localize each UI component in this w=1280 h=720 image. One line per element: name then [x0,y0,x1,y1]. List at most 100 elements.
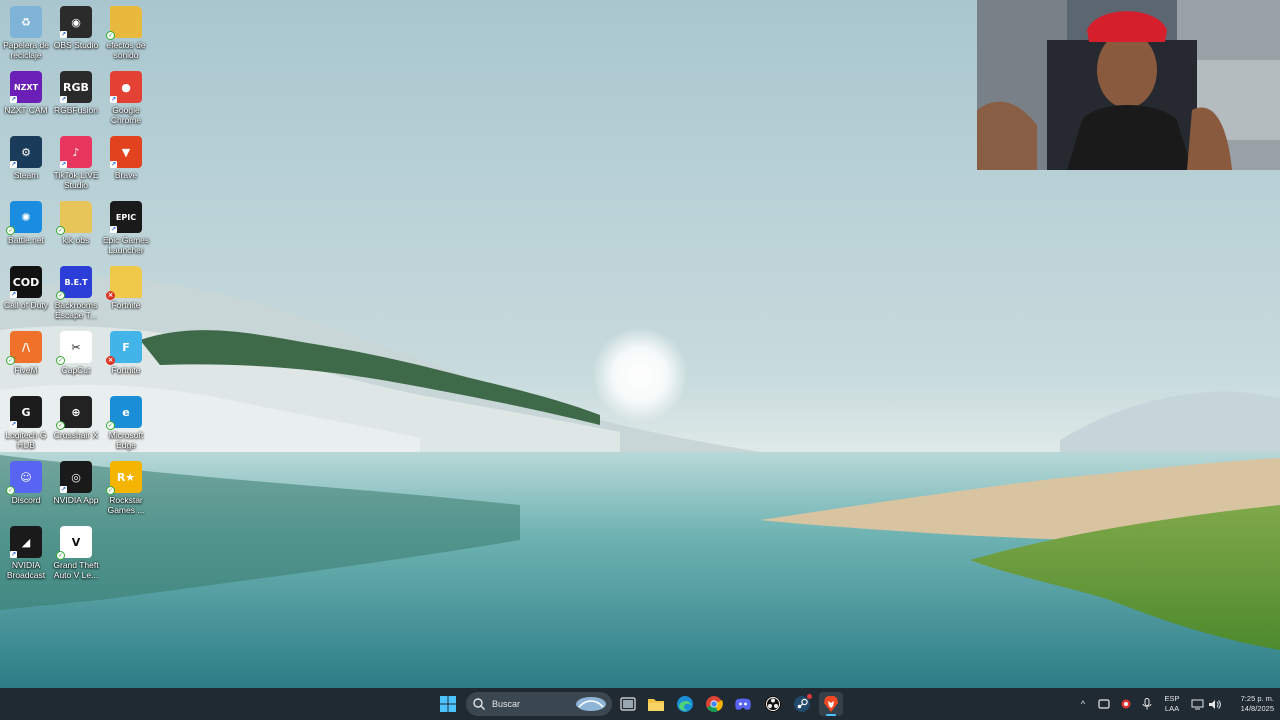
desktop-icon-label: kik obs [62,235,90,245]
desktop-icon[interactable]: ☺ ✓ Discord [0,457,52,519]
active-app-indicator [826,714,836,716]
tray-volume[interactable] [1206,696,1222,712]
crosshair-x-icon: ⊕ ✓ [56,396,92,430]
sync-icon [1098,699,1110,709]
desktop-icon[interactable]: ✺ ✓ Battle.net [0,197,52,259]
taskbar-search-box[interactable]: Buscar [466,692,612,716]
desktop-icon[interactable]: NZXT ↗ NZXT CAM [0,67,52,129]
rockstar-icon: R★ ✓ [106,461,142,495]
sync-status-icon: ✓ [106,421,115,430]
shortcut-arrow-icon: ↗ [60,486,67,493]
desktop-icon-label: NVIDIA App [53,495,99,505]
shortcut-arrow-icon: ↗ [110,226,117,233]
desktop-icon-label: Steam [13,170,39,180]
taskbar-edge[interactable] [673,692,697,716]
fortnite-icon: F × [106,331,142,365]
desktop-icon[interactable]: ♪ ↗ TikTok LIVE Studio [50,132,102,194]
desktop-icon[interactable]: B.E.T ✓ Backrooms Escape T... [50,262,102,324]
chrome-icon [706,696,723,712]
desktop-icon[interactable]: ◉ ↗ OBS Studio [50,2,102,64]
desktop-icon[interactable]: RGB ↗ RGBFusion [50,67,102,129]
folder-icon: ✓ [56,201,92,235]
discord-icon: ☺ ✓ [6,461,42,495]
network-icon [1191,699,1203,709]
sync-status-icon: ✓ [6,356,15,365]
taskbar-obs[interactable] [761,692,785,716]
sync-status-icon: ✓ [106,31,115,40]
sync-status-icon: ✓ [106,486,115,495]
taskbar-task-view[interactable] [616,692,640,716]
tray-streaming-app[interactable] [1118,696,1134,712]
clock[interactable]: 7:25 p. m. 14/8/2025 [1222,694,1274,714]
desktop-icon[interactable]: /\ ✓ FiveM [0,327,52,389]
desktop-icon-label: Google Chrome [110,105,142,125]
sync-error-icon: × [106,291,115,300]
taskbar-file-explorer[interactable] [644,692,668,716]
desktop-icon[interactable]: F × Fortnite [100,327,152,389]
brave-icon: ▼ ↗ [110,136,142,168]
sync-status-icon: ✓ [56,551,65,560]
desktop-icon[interactable]: ⚙ ↗ Steam [0,132,52,194]
folder-icon: ✓ [106,6,142,40]
desktop-icon-label: FiveM [14,365,38,375]
desktop-icon-label: Call of Duty [4,300,48,310]
desktop-icon[interactable]: ● ↗ Google Chrome [100,67,152,129]
nvidia-app-icon: ◎ ↗ [60,461,92,493]
desktop-icon[interactable]: ⊕ ✓ Crosshair X [50,392,102,454]
taskbar-steam[interactable] [790,692,814,716]
obs-studio-icon: ◉ ↗ [60,6,92,38]
desktop-icon-label: Rockstar Games ... [107,495,145,515]
desktop-icon[interactable]: COD ↗ Call of Duty [0,262,52,324]
sync-status-icon: ✓ [56,291,65,300]
taskbar-brave[interactable] [819,692,843,716]
sync-status-icon: ✓ [56,226,65,235]
show-hidden-icons-button[interactable]: ^ [1075,696,1091,712]
desktop-icon[interactable]: e ✓ Microsoft Edge [100,392,152,454]
tray-microphone[interactable] [1139,696,1155,712]
taskbar: Buscar ^ ESP LAA 7:25 p. m. 14/8/2025 [0,688,1280,720]
gta-v-icon: V ✓ [56,526,92,560]
desktop-icon[interactable]: V ✓ Grand Theft Auto V Le... [50,522,102,584]
desktop-icon[interactable]: EPIC ↗ Epic Games Launcher [100,197,152,259]
desktop-icon[interactable]: ◎ ↗ NVIDIA App [50,457,102,519]
clock-time: 7:25 p. m. [1240,694,1274,703]
webcam-overlay [977,0,1280,170]
desktop-icon[interactable]: ♻ Papelera de reciclaje [0,2,52,64]
desktop-icon[interactable]: ✓ kik obs [50,197,102,259]
desktop-icon-label: CapCut [61,365,91,375]
task-view-icon [620,697,636,711]
chevron-up-icon: ^ [1080,699,1086,709]
obs-studio-icon [765,696,781,712]
desktop-icon[interactable]: ✂ ✓ CapCut [50,327,102,389]
search-placeholder: Buscar [492,699,521,709]
desktop-icon[interactable]: × Fortnite [100,262,152,324]
tray-sync-app[interactable] [1096,696,1112,712]
battlenet-icon: ✺ ✓ [6,201,42,235]
nzxt-cam-icon: NZXT ↗ [10,71,42,103]
desktop-icon-label: efectos de sonido [106,40,146,60]
desktop-icon[interactable]: ▼ ↗ Brave [100,132,152,194]
discord-icon [735,698,751,710]
shortcut-arrow-icon: ↗ [60,161,67,168]
clock-date: 14/8/2025 [1240,704,1274,713]
desktop-icon[interactable]: G ↗ Logitech G HUB [0,392,52,454]
tray-network[interactable] [1189,696,1205,712]
desktop-icon[interactable]: R★ ✓ Rockstar Games ... [100,457,152,519]
taskbar-discord[interactable] [731,692,755,716]
desktop-icon-label: OBS Studio [53,40,99,50]
start-button[interactable] [436,692,460,716]
search-highlight-icon [576,697,606,711]
windows-logo-icon [440,696,456,712]
taskbar-chrome[interactable] [702,692,726,716]
language-layout: LAA [1164,704,1180,713]
input-language-indicator[interactable]: ESP LAA [1160,694,1184,714]
shortcut-arrow-icon: ↗ [60,31,67,38]
desktop-icon-label: Epic Games Launcher [102,235,150,255]
call-of-duty-icon: COD ↗ [10,266,42,298]
desktop-icon-label: Backrooms Escape T... [54,300,98,320]
desktop-icon-label: NVIDIA Broadcast [6,560,46,580]
notification-badge [807,694,812,699]
desktop-icon[interactable]: ◢ ↗ NVIDIA Broadcast [0,522,52,584]
shortcut-arrow-icon: ↗ [60,96,67,103]
desktop-icon[interactable]: ✓ efectos de sonido [100,2,152,64]
